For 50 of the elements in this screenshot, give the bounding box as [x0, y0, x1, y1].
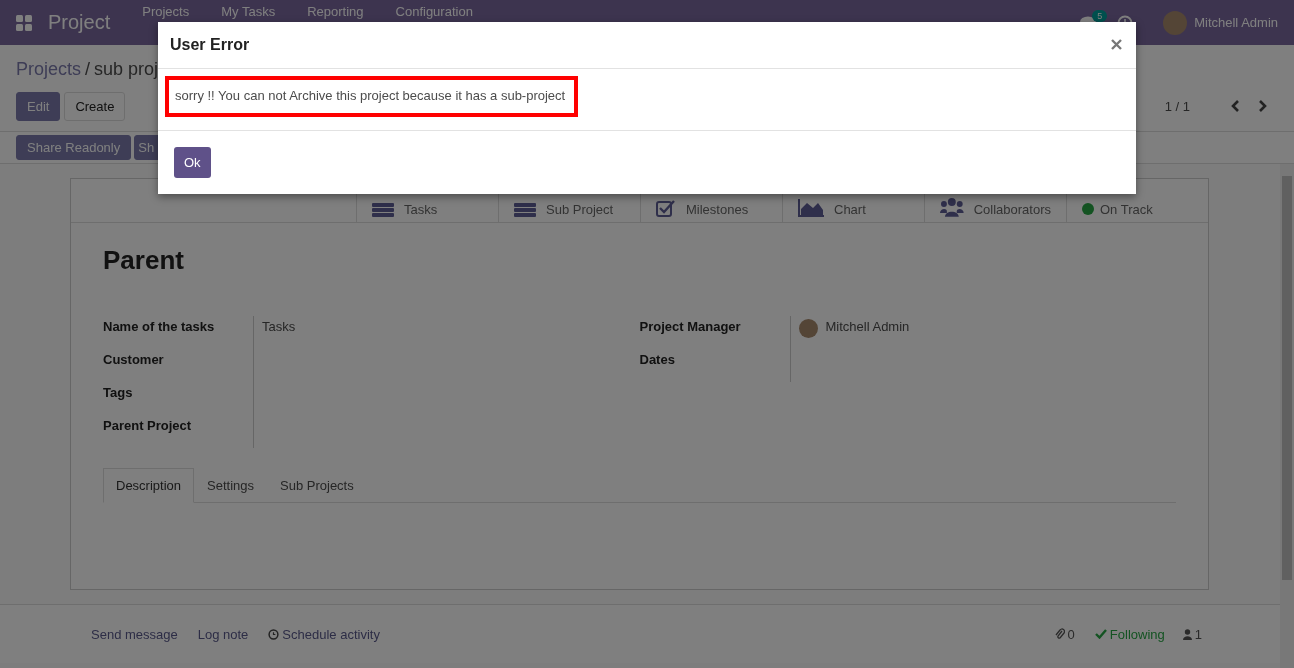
- breadcrumb-item[interactable]: Projects: [16, 58, 82, 80]
- field-label: Project Manager: [639, 318, 742, 336]
- field-label: Customer: [103, 351, 165, 369]
- paperclip-icon: [1054, 628, 1065, 640]
- next-icon[interactable]: [1258, 99, 1268, 113]
- field-label: Name of the tasks: [103, 318, 216, 336]
- record-title: Parent: [103, 245, 185, 276]
- tab[interactable]: Settings: [194, 468, 267, 503]
- dialog-title: User Error: [170, 35, 250, 54]
- ok-button[interactable]: Ok: [174, 147, 211, 178]
- menu-item[interactable]: Reporting: [291, 4, 380, 19]
- user-name[interactable]: Mitchell Admin: [1194, 15, 1278, 30]
- breadcrumb-item: sub proj: [94, 58, 159, 80]
- previous-icon[interactable]: [1230, 99, 1240, 113]
- scrollbar[interactable]: [1280, 164, 1294, 668]
- menu-item[interactable]: Configuration: [379, 4, 489, 19]
- followers-button[interactable]: 1: [1182, 626, 1202, 642]
- field-value: Mitchell Admin: [825, 319, 910, 334]
- pager-value: 1 / 1: [1164, 98, 1190, 114]
- field-value: Tasks: [262, 319, 296, 334]
- share-button[interactable]: Share Readonly: [16, 135, 132, 160]
- app-name[interactable]: Project: [48, 11, 111, 34]
- tab[interactable]: Sub Projects: [267, 468, 367, 503]
- field-label: Parent Project: [103, 417, 193, 435]
- field-label: Tags: [103, 384, 134, 402]
- clock-icon: [268, 628, 280, 640]
- create-button[interactable]: Create: [64, 91, 126, 121]
- field-label: Dates: [639, 351, 676, 369]
- area-chart-icon: [798, 199, 824, 217]
- tab[interactable]: Description: [103, 468, 195, 503]
- list-icon: [514, 203, 536, 217]
- person-icon: [1182, 628, 1192, 640]
- attachments-button[interactable]: 0: [1054, 626, 1075, 642]
- error-message: sorry !! You can not Archive this project because it has a sub-project: [165, 75, 579, 117]
- check-square-icon: [656, 199, 676, 217]
- check-icon: [1094, 629, 1107, 639]
- edit-button[interactable]: Edit: [16, 91, 61, 121]
- menu-item[interactable]: Projects: [126, 4, 206, 19]
- following-button[interactable]: Following: [1094, 626, 1165, 642]
- breadcrumb-separator: /: [85, 58, 91, 80]
- menu-item[interactable]: My Tasks: [205, 4, 292, 19]
- schedule-activity-link[interactable]: Schedule activity: [268, 626, 380, 642]
- status-dot-icon: [1082, 203, 1094, 215]
- apps-grid-icon[interactable]: [16, 14, 32, 31]
- users-icon: [940, 197, 964, 217]
- chatter-link[interactable]: Log note: [197, 626, 249, 642]
- close-icon[interactable]: [1111, 39, 1122, 51]
- message-count-badge: 5: [1092, 9, 1108, 22]
- list-icon: [372, 203, 394, 217]
- chatter-link[interactable]: Send message: [91, 626, 178, 642]
